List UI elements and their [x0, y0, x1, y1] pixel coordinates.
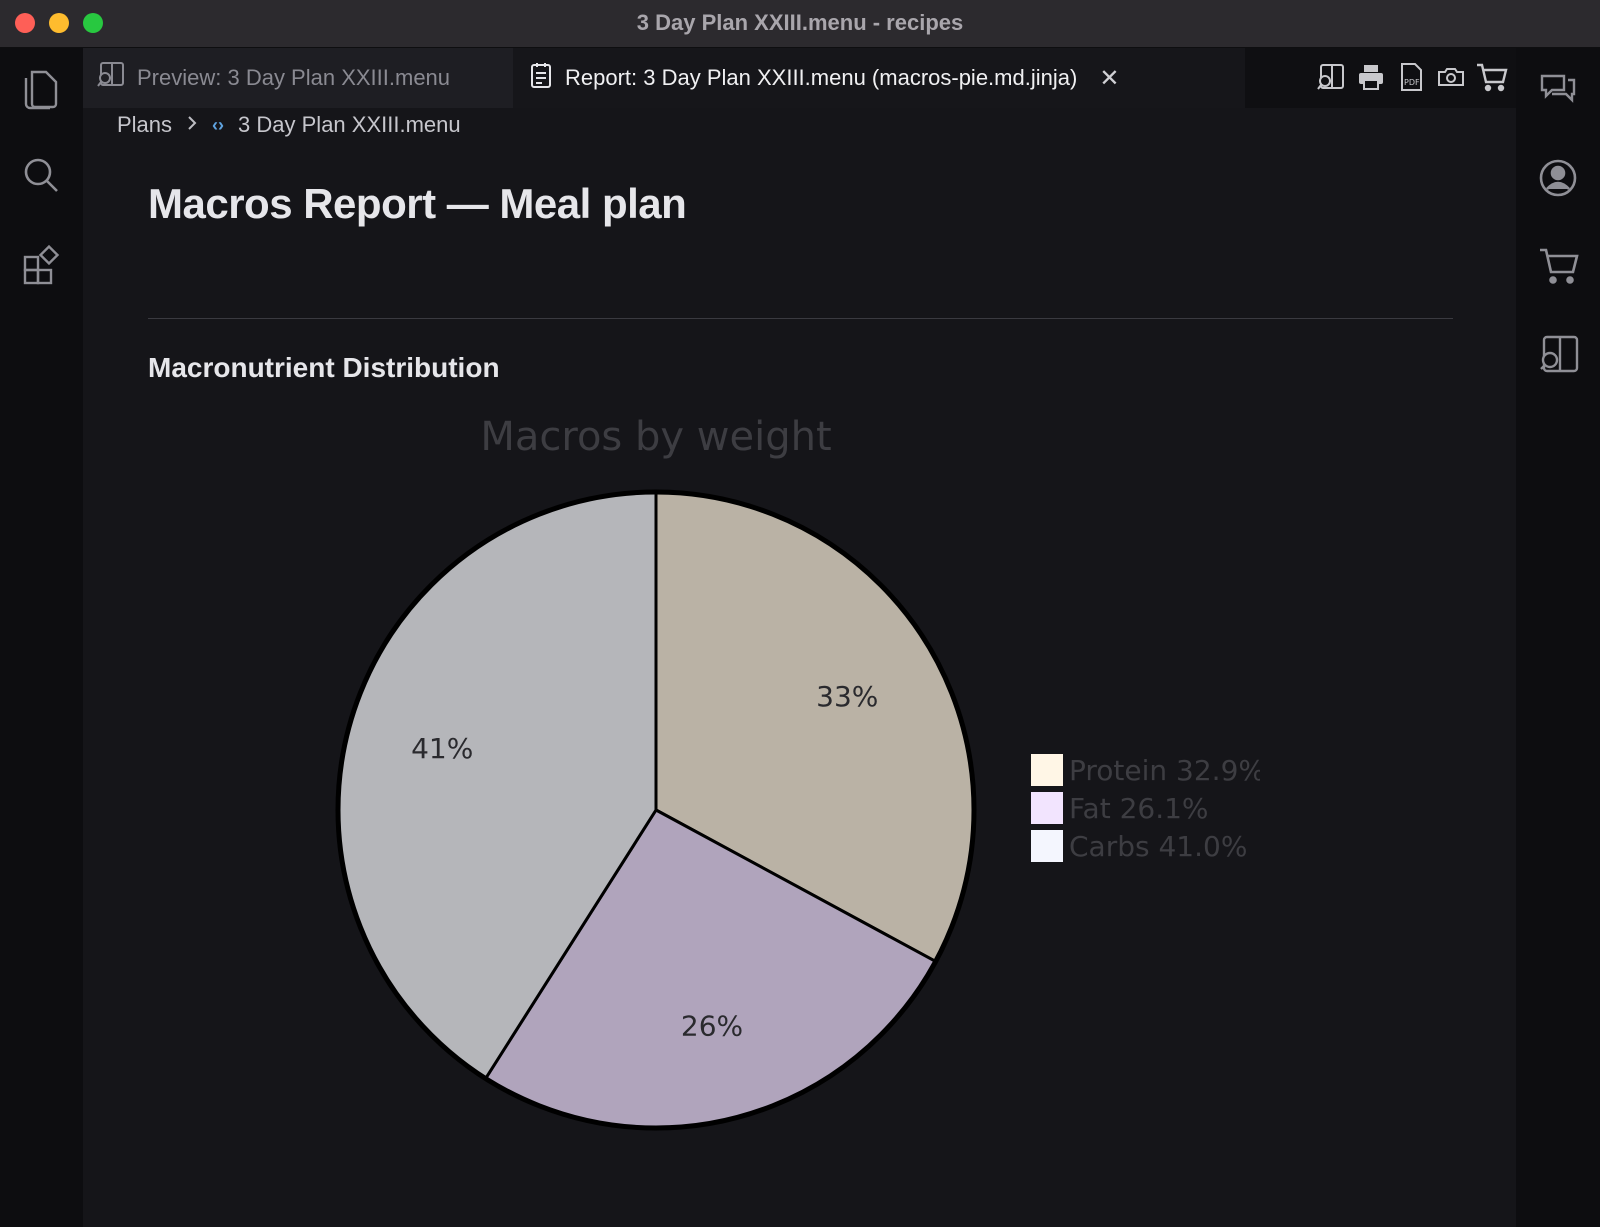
chart-title: Macros by weight [480, 414, 831, 460]
window-title: 3 Day Plan XXIII.menu - recipes [636, 10, 964, 35]
extensions-icon[interactable] [22, 244, 62, 286]
slice-label-fat: 26% [681, 1009, 743, 1042]
legend-label-protein: Protein 32.9% [1069, 754, 1260, 787]
editor-toolbar: PDF [1316, 62, 1508, 92]
macros-pie-chart: Macros by weight 33% 26% 41% Protein 32.9%… [335, 414, 1260, 1131]
breadcrumb: Plans ‹› 3 Day Plan XXIII.menu [117, 112, 461, 138]
tab-preview[interactable]: Preview: 3 Day Plan XXIII.menu [83, 48, 513, 108]
split-preview-icon[interactable] [1316, 62, 1346, 92]
slice-label-protein: 33% [816, 680, 878, 713]
tab-report[interactable]: Report: 3 Day Plan XXIII.menu (macros-pi… [513, 48, 1245, 108]
close-window-button[interactable] [15, 13, 35, 33]
print-icon[interactable] [1356, 62, 1386, 92]
breadcrumb-file[interactable]: 3 Day Plan XXIII.menu [238, 112, 461, 138]
report-icon [529, 61, 553, 95]
secondary-side-bar [1516, 48, 1600, 1227]
legend-swatch-protein [1031, 754, 1063, 786]
tab-label: Report: 3 Day Plan XXIII.menu (macros-pi… [565, 65, 1078, 90]
breadcrumb-root[interactable]: Plans [117, 112, 172, 138]
cart-icon[interactable] [1538, 246, 1580, 286]
legend-label-carbs: Carbs 41.0% [1069, 830, 1247, 863]
account-icon[interactable] [1538, 158, 1578, 198]
search-icon[interactable] [22, 156, 60, 196]
minimize-window-button[interactable] [49, 13, 69, 33]
files-icon[interactable] [22, 66, 60, 110]
legend-swatch-carbs [1031, 830, 1063, 862]
editor-tab-bar: Preview: 3 Day Plan XXIII.menu Report: 3… [83, 48, 1516, 108]
slice-label-carbs: 41% [411, 732, 473, 765]
zoom-window-button[interactable] [83, 13, 103, 33]
report-content: Macros Report — Meal plan Macronutrient … [148, 180, 1453, 383]
pdf-icon[interactable]: PDF [1396, 62, 1426, 92]
window-titlebar: 3 Day Plan XXIII.menu - recipes [0, 0, 1600, 48]
tab-label: Preview: 3 Day Plan XXIII.menu [137, 65, 451, 90]
split-preview-icon[interactable] [1538, 334, 1580, 376]
camera-icon[interactable] [1436, 62, 1466, 92]
section-title: Macronutrient Distribution [148, 352, 500, 383]
close-icon[interactable]: ✕ [1099, 64, 1119, 93]
legend-label-fat: Fat 26.1% [1069, 792, 1209, 825]
cart-icon[interactable] [1476, 62, 1508, 92]
code-icon: ‹› [212, 114, 225, 135]
legend-swatch-fat [1031, 792, 1063, 824]
chevron-right-icon [186, 112, 198, 138]
chat-icon[interactable] [1538, 70, 1578, 108]
divider [148, 318, 1453, 319]
activity-bar [0, 48, 83, 1227]
page-title: Macros Report — Meal plan [148, 180, 687, 227]
split-preview-icon [97, 61, 125, 95]
svg-text:PDF: PDF [1404, 78, 1420, 87]
